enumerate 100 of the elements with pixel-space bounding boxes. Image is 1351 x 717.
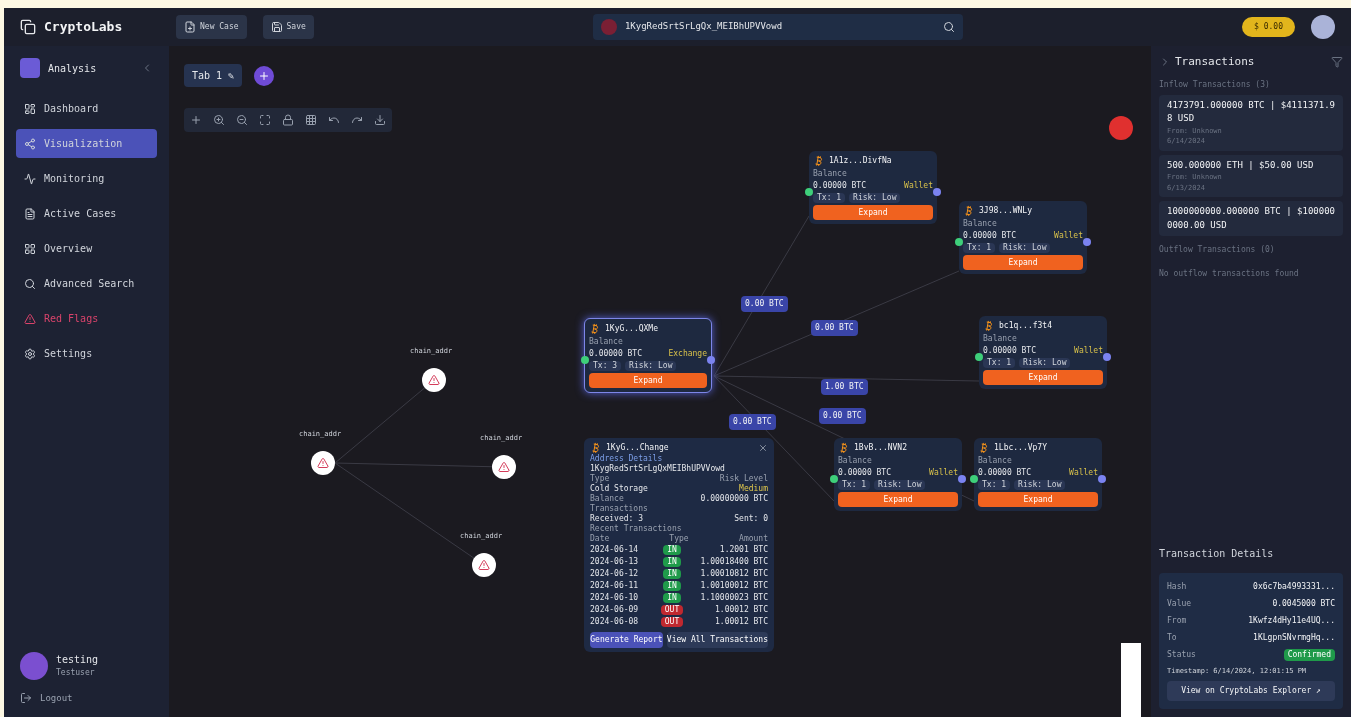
table-cell-text: 1.00018400 BTC (699, 557, 768, 567)
edge-label: 1.00 BTC (821, 379, 868, 395)
search-field[interactable]: 1KygRedSrtSrLgQx_MEIBhUPVVowd (624, 20, 935, 34)
output-handle[interactable] (1098, 474, 1106, 483)
bitcoin-icon (590, 442, 602, 454)
chip: Tx: 1 (983, 358, 1016, 368)
chip: Risk: Low (1019, 358, 1071, 368)
close-icon[interactable] (758, 443, 768, 453)
toolbar-button[interactable]: New Case (176, 15, 247, 39)
input-handle[interactable] (970, 474, 978, 483)
output-handle[interactable] (1103, 352, 1111, 361)
filter-icon[interactable] (1331, 56, 1343, 69)
table-cell-text: 2024-06-14 (590, 545, 640, 555)
action-button[interactable]: Generate Report (590, 632, 663, 648)
user-role: Testuser (56, 667, 96, 679)
type-badge: OUT (660, 605, 684, 615)
field-value: 0.00000 BTC (813, 181, 866, 191)
graph-node[interactable] (311, 451, 335, 475)
table-cell-text: 2024-06-10 (590, 593, 640, 603)
tool-icon[interactable] (211, 112, 227, 128)
nav-label: Visualization (44, 137, 123, 151)
column-header: Amount (738, 534, 768, 544)
bitcoin-icon (589, 323, 601, 335)
nav-icon (24, 207, 36, 220)
input-handle[interactable] (581, 355, 589, 364)
nav-item[interactable]: Active Cases (16, 199, 157, 228)
toolbar-button[interactable]: Save (262, 15, 314, 39)
table-cell-text: 1.10000023 BTC (699, 593, 768, 603)
type-badge: IN (663, 557, 681, 567)
transaction-amount: 1000000000.000000 BTC | $1000000000.00 USD (1167, 205, 1335, 232)
nav-item[interactable]: Overview (16, 234, 157, 263)
avatar[interactable] (1311, 15, 1335, 39)
output-handle[interactable] (958, 474, 966, 483)
graph-node[interactable] (472, 553, 496, 577)
tool-icon[interactable] (257, 112, 273, 128)
nav-item[interactable]: Advanced Search (16, 269, 157, 298)
detail-label: To (1167, 631, 1177, 644)
transaction-item[interactable]: 1000000000.000000 BTC | $1000000000.00 USD (1159, 201, 1343, 236)
detail-label: Value (1167, 597, 1192, 610)
search-bar[interactable]: 1KygRedSrtSrLgQx_MEIBhUPVVowd (592, 14, 963, 40)
detail-label: Status (1167, 648, 1196, 661)
chip: Tx: 1 (838, 480, 871, 490)
panel-title: Transactions (1175, 54, 1256, 70)
edge-label: 0.00 BTC (729, 414, 776, 430)
column-header: Date (590, 534, 611, 544)
nav-icon (24, 242, 36, 255)
balance-badge[interactable]: $ 0.00 (1242, 17, 1295, 37)
edge-label: 0.00 BTC (819, 408, 866, 424)
graph-node[interactable] (422, 368, 446, 392)
nav-item[interactable]: Monitoring (16, 164, 157, 193)
logout-link[interactable]: Logout (4, 691, 169, 705)
alert-button[interactable] (1109, 116, 1133, 140)
field-value: 0.00000000 BTC (700, 494, 768, 504)
type-badge: IN (663, 581, 681, 591)
app-name: CryptoLabs (44, 18, 123, 37)
detail-value: 1KLgpnSNvrmgHq... (1253, 631, 1335, 644)
chip: Tx: 1 (963, 243, 996, 253)
nav-item[interactable]: Red Flags (16, 304, 157, 333)
table-cell-text: 2024-06-08 (590, 617, 640, 627)
output-handle[interactable] (1083, 237, 1091, 246)
output-handle[interactable] (933, 187, 941, 196)
field-value: 0.00000 BTC (978, 468, 1031, 478)
nav-icon (24, 347, 36, 360)
action-button[interactable]: View All Transactions (666, 632, 768, 648)
tab[interactable]: Tab 1 ✎ (184, 64, 243, 87)
input-handle[interactable] (955, 237, 963, 246)
address-card[interactable]: 1KyG...QXMe Balance 0.00000 BTC Exchange Tx: 3 Risk: Low Expand (584, 318, 712, 393)
search-icon[interactable] (942, 21, 955, 33)
table-cell-text: 1.00100012 BTC (699, 581, 768, 591)
input-handle[interactable] (830, 474, 838, 483)
bitcoin-icon (983, 320, 995, 332)
field-label: Type (590, 474, 610, 484)
table-cell-text: 1.00012 BTC (714, 617, 768, 627)
card-title: 3J98...WNLy (979, 205, 1032, 217)
tool-icon[interactable] (234, 112, 250, 128)
detail-label: Hash (1167, 580, 1187, 593)
table-cell-text: 1.00010812 BTC (699, 569, 768, 579)
tool-icon[interactable] (372, 112, 388, 128)
section-title: Transaction Details (1159, 546, 1275, 561)
detail-label: From (1167, 614, 1187, 627)
explorer-button[interactable]: View on CryptoLabs Explorer ↗ (1167, 681, 1335, 701)
workspace-name: Analysis (48, 61, 98, 76)
nav-item[interactable]: Dashboard (16, 94, 157, 123)
card-title: bc1q...f3t4 (999, 320, 1052, 332)
nav-label: Advanced Search (44, 277, 135, 291)
input-handle[interactable] (975, 352, 983, 361)
graph-node[interactable] (492, 455, 516, 479)
address-text: 1KygRedSrtSrLgQxMEIBhUPVVowd (590, 464, 726, 474)
add-tab-icon[interactable] (254, 65, 275, 86)
tool-icon[interactable] (280, 112, 296, 128)
output-handle[interactable] (707, 355, 715, 364)
logo-icon (20, 19, 36, 35)
chip: Tx: 1 (978, 480, 1011, 490)
tool-icon[interactable] (303, 112, 319, 128)
section-label: Inflow Transactions (3) (1159, 78, 1271, 91)
nav-item[interactable]: Visualization (16, 129, 157, 158)
user-name: testing (56, 653, 99, 667)
input-handle[interactable] (805, 187, 813, 196)
nav-item[interactable]: Settings (16, 339, 157, 368)
chip: Risk: Low (999, 243, 1051, 253)
